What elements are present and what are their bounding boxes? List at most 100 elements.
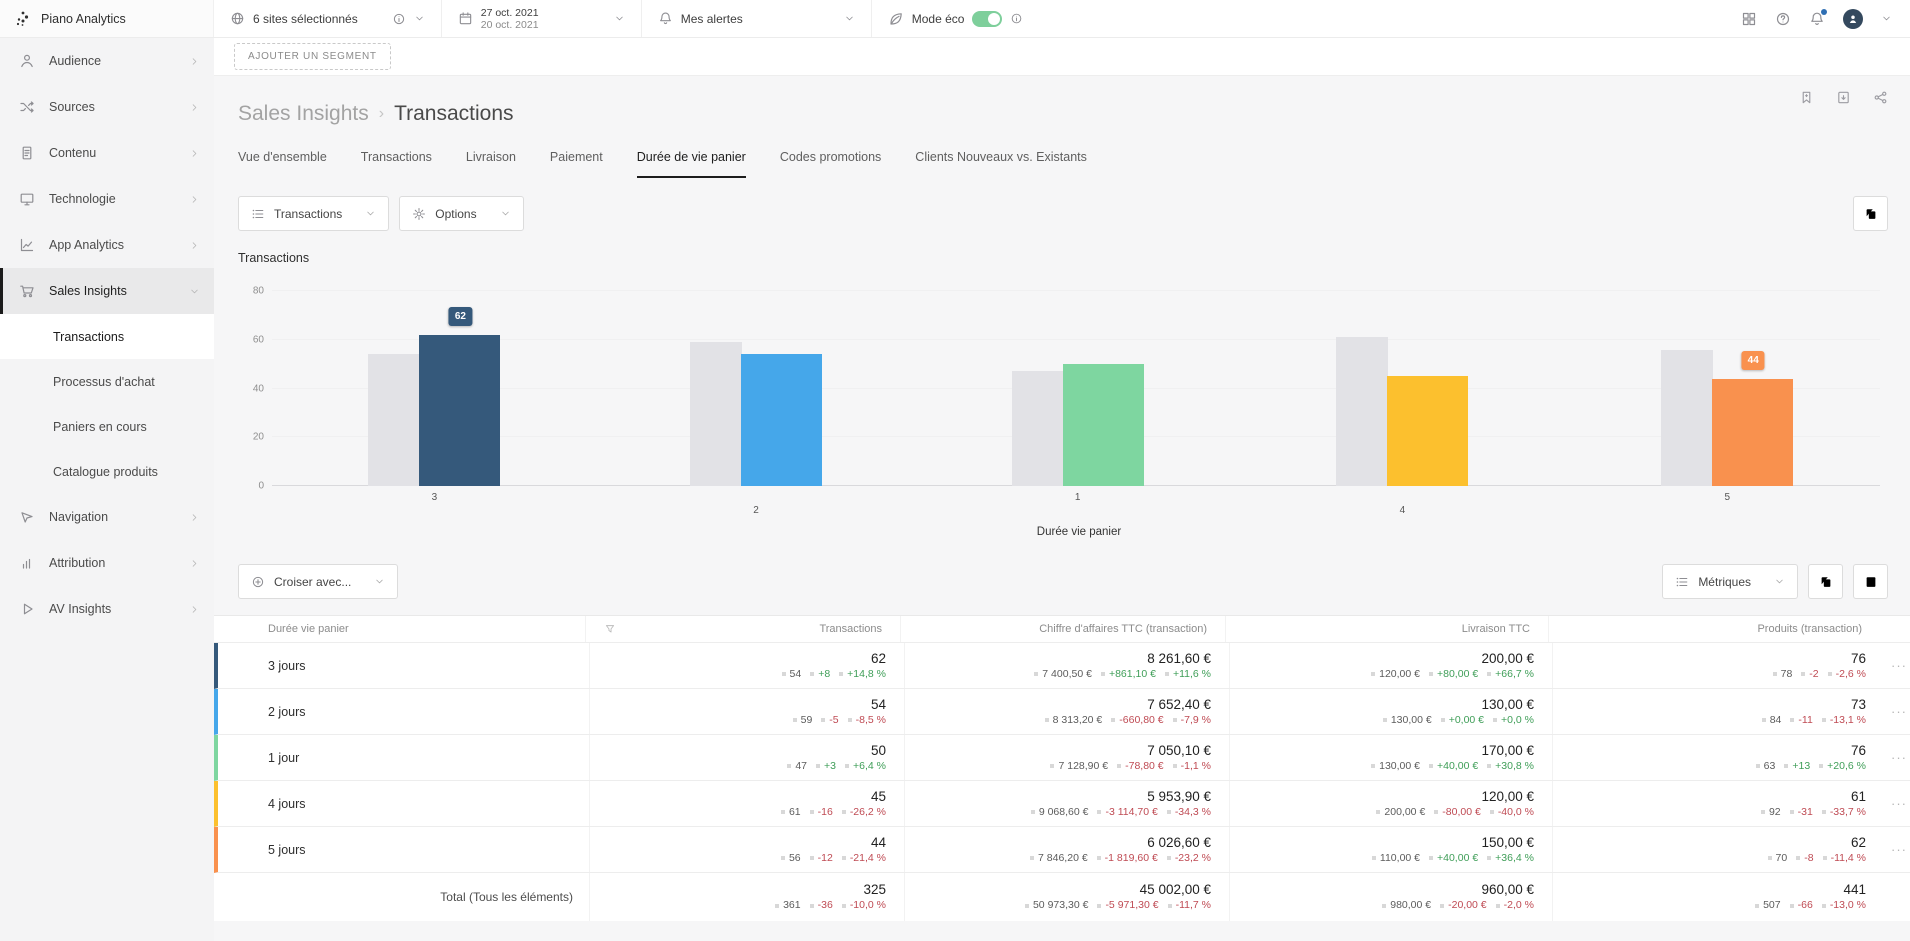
- cross-with-dropdown[interactable]: Croiser avec...: [238, 564, 398, 599]
- tab-paiement[interactable]: Paiement: [550, 150, 603, 178]
- metric-cell: 325361-36-10,0 %: [589, 873, 904, 921]
- user-avatar[interactable]: [1843, 9, 1863, 29]
- tab-dur-e-de-vie-panier[interactable]: Durée de vie panier: [637, 150, 746, 178]
- metric-cell: 6254+8+14,8 %: [589, 643, 904, 688]
- comparison-square-icon: [1376, 810, 1380, 814]
- comparison-square-icon: [1768, 856, 1772, 860]
- metric-cell: 960,00 €980,00 €-20,00 €-2,0 %: [1229, 873, 1552, 921]
- comparison-square-icon: [810, 856, 814, 860]
- apps-grid-icon[interactable]: [1741, 11, 1757, 27]
- add-segment-button[interactable]: AJOUTER UN SEGMENT: [234, 43, 391, 70]
- tab-livraison[interactable]: Livraison: [466, 150, 516, 178]
- column-header[interactable]: Produits (transaction): [1548, 616, 1880, 642]
- tab-clients-nouveaux-vs-existants[interactable]: Clients Nouveaux vs. Existants: [915, 150, 1087, 178]
- export-table-button[interactable]: [1853, 564, 1888, 599]
- copy-chart-button[interactable]: [1853, 196, 1888, 231]
- bar-current-period[interactable]: [741, 354, 822, 486]
- comparison-square-icon: [1034, 672, 1038, 676]
- tab-codes-promotions[interactable]: Codes promotions: [780, 150, 881, 178]
- eco-mode-toggle[interactable]: [972, 11, 1002, 27]
- column-header[interactable]: Transactions: [585, 616, 900, 642]
- comparison-square-icon: [1429, 764, 1433, 768]
- sidebar-item-sales-insights[interactable]: Sales Insights: [0, 268, 214, 314]
- chevron-down-icon[interactable]: [1881, 13, 1892, 24]
- sidebar-item-contenu[interactable]: Contenu: [0, 130, 214, 176]
- bookmark-icon[interactable]: [1799, 90, 1814, 105]
- column-header[interactable]: Durée vie panier: [214, 616, 585, 642]
- list-icon: [1675, 575, 1689, 589]
- tab-vue-d-ensemble[interactable]: Vue d'ensemble: [238, 150, 327, 178]
- bar-current-period[interactable]: [419, 335, 500, 486]
- bar-previous-period[interactable]: [1661, 350, 1713, 487]
- row-more-button[interactable]: ···: [1884, 689, 1910, 734]
- row-more-button[interactable]: ···: [1884, 735, 1910, 780]
- monitor-icon: [19, 191, 35, 207]
- chevron-down-icon: [189, 286, 200, 297]
- row-label: 2 jours: [218, 689, 589, 734]
- comparison-square-icon: [1487, 764, 1491, 768]
- metrics-dropdown[interactable]: Métriques: [1662, 564, 1798, 599]
- share-icon[interactable]: [1873, 90, 1888, 105]
- sidebar-subitem-processus-d-achat[interactable]: Processus d'achat: [0, 359, 214, 404]
- sidebar-item-technologie[interactable]: Technologie: [0, 176, 214, 222]
- metric-cell: 8 261,60 €7 400,50 €+861,10 €+11,6 %: [904, 643, 1229, 688]
- row-more-button[interactable]: ···: [1884, 643, 1910, 688]
- bar-previous-period[interactable]: [690, 342, 742, 486]
- sidebar-subitem-catalogue-produits[interactable]: Catalogue produits: [0, 449, 214, 494]
- sidebar-subitem-transactions[interactable]: Transactions: [0, 314, 214, 359]
- site-selector-label: 6 sites sélectionnés: [253, 12, 358, 26]
- breadcrumb-parent[interactable]: Sales Insights: [238, 102, 369, 126]
- bar-chart: 0204060806244: [272, 291, 1880, 486]
- metric-cell: 120,00 €200,00 €-80,00 €-40,0 %: [1229, 781, 1552, 826]
- site-selector[interactable]: 6 sites sélectionnés: [214, 0, 442, 37]
- row-more-button[interactable]: ···: [1884, 781, 1910, 826]
- sidebar-item-app-analytics[interactable]: App Analytics: [0, 222, 214, 268]
- sidebar-subitem-paniers-en-cours[interactable]: Paniers en cours: [0, 404, 214, 449]
- sidebar-item-audience[interactable]: Audience: [0, 38, 214, 84]
- sidebar-item-navigation[interactable]: Navigation: [0, 494, 214, 540]
- app-logo[interactable]: Piano Analytics: [0, 0, 214, 37]
- comparison-square-icon: [1790, 904, 1794, 908]
- chevron-right-icon: [189, 56, 200, 67]
- chevron-right-icon: [189, 604, 200, 615]
- bar-current-period[interactable]: [1063, 364, 1144, 486]
- date-start: 27 oct. 2021: [481, 7, 539, 19]
- alerts-label: Mes alertes: [681, 12, 743, 26]
- bar-current-period[interactable]: [1712, 379, 1793, 486]
- row-label: 5 jours: [218, 827, 589, 872]
- options-dropdown[interactable]: Options: [399, 196, 523, 231]
- export-file-icon[interactable]: [1836, 90, 1851, 105]
- bar-previous-period[interactable]: [368, 354, 420, 486]
- info-icon[interactable]: [1010, 12, 1023, 25]
- metric-cell: 45 002,00 €50 973,30 €-5 971,30 €-11,7 %: [904, 873, 1229, 921]
- column-header[interactable]: Chiffre d'affaires TTC (transaction): [900, 616, 1225, 642]
- tab-transactions[interactable]: Transactions: [361, 150, 432, 178]
- column-header[interactable]: Livraison TTC: [1225, 616, 1548, 642]
- alerts-selector[interactable]: Mes alertes: [642, 0, 872, 37]
- bar-previous-period[interactable]: [1336, 337, 1388, 486]
- sidebar-item-sources[interactable]: Sources: [0, 84, 214, 130]
- metric-cell: 6270-8-11,4 %: [1552, 827, 1884, 872]
- date-range-picker[interactable]: 27 oct. 2021 20 oct. 2021: [442, 0, 642, 37]
- metric-cell: 7384-11-13,1 %: [1552, 689, 1884, 734]
- comparison-square-icon: [810, 904, 814, 908]
- segment-bar: AJOUTER UN SEGMENT: [214, 38, 1910, 76]
- dimension-dropdown[interactable]: Transactions: [238, 196, 389, 231]
- row-label: 3 jours: [218, 643, 589, 688]
- copy-table-button[interactable]: [1808, 564, 1843, 599]
- sidebar-item-av-insights[interactable]: AV Insights: [0, 586, 214, 632]
- row-more-button[interactable]: ···: [1884, 827, 1910, 872]
- comparison-square-icon: [1025, 904, 1029, 908]
- help-icon[interactable]: [1775, 11, 1791, 27]
- sidebar-item-attribution[interactable]: Attribution: [0, 540, 214, 586]
- y-axis-tick: 80: [238, 286, 264, 297]
- bar-previous-period[interactable]: [1012, 371, 1064, 486]
- table-total-row: Total (Tous les éléments)325361-36-10,0 …: [214, 873, 1910, 921]
- comparison-square-icon: [1487, 856, 1491, 860]
- notifications-bell-icon[interactable]: [1809, 11, 1825, 27]
- comparison-square-icon: [782, 672, 786, 676]
- comparison-square-icon: [1434, 810, 1438, 814]
- info-icon[interactable]: [392, 12, 406, 26]
- bar-current-period[interactable]: [1387, 376, 1468, 486]
- sidebar-item-label: Technologie: [49, 192, 116, 206]
